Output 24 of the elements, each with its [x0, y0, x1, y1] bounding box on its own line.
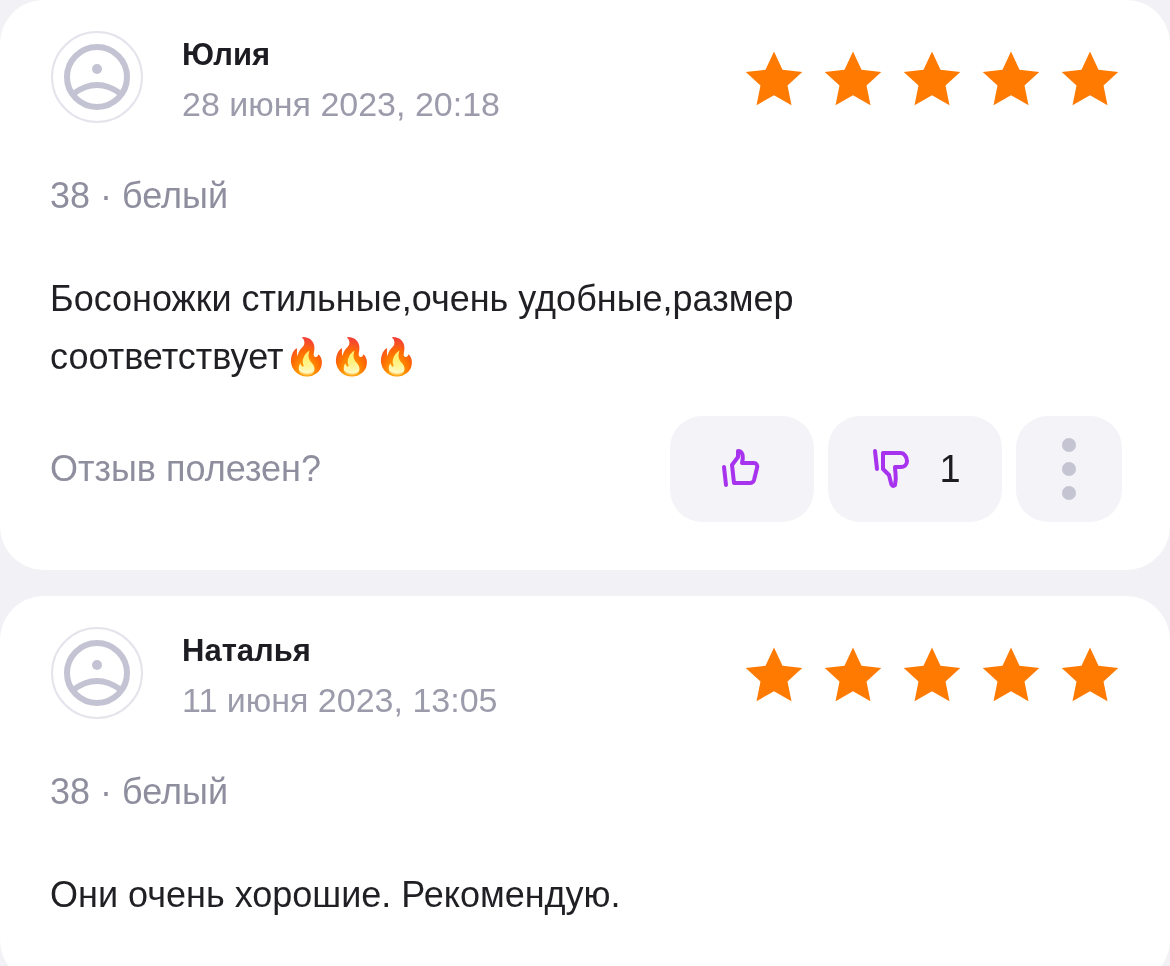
star-icon — [1060, 646, 1120, 704]
avatar-icon — [50, 30, 144, 124]
star-icon — [823, 646, 883, 704]
review-text: Босоножки стильные,очень удобные,размер соответствует🔥🔥🔥 — [50, 277, 795, 379]
star-icon — [744, 50, 804, 108]
like-button[interactable] — [670, 416, 814, 522]
product-variant: 38 · белый — [50, 770, 230, 814]
author-name: Наталья — [182, 632, 312, 670]
review-text: Они очень хорошие. Рекомендую. — [50, 873, 622, 917]
review-date: 28 июня 2023, 20:18 — [182, 84, 501, 125]
more-icon — [1062, 438, 1076, 500]
product-variant: 38 · белый — [50, 174, 230, 218]
star-icon — [744, 646, 804, 704]
author-name: Юлия — [182, 36, 272, 74]
star-icon — [823, 50, 883, 108]
dislike-button[interactable]: 1 — [828, 416, 1002, 522]
star-icon — [981, 646, 1041, 704]
review-date: 11 июня 2023, 13:05 — [182, 680, 499, 721]
star-icon — [1060, 50, 1120, 108]
star-icon — [902, 646, 962, 704]
helpful-question: Отзыв полезен? — [50, 448, 322, 490]
avatar-icon — [50, 626, 144, 720]
star-icon — [902, 50, 962, 108]
star-icon — [981, 50, 1041, 108]
